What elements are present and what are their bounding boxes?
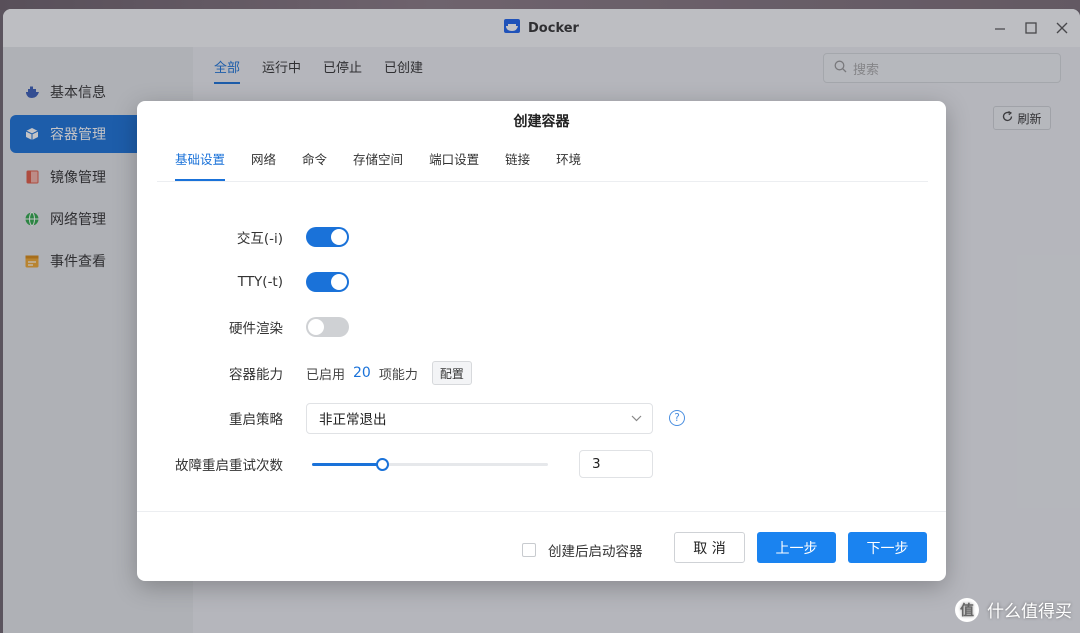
hardware-render-label: 硬件渲染 xyxy=(229,321,283,337)
interactive-control xyxy=(306,227,349,247)
tab-port-settings[interactable]: 端口设置 xyxy=(429,149,479,181)
tab-links[interactable]: 链接 xyxy=(505,149,530,181)
capabilities-label: 容器能力 xyxy=(229,367,283,383)
hardware-render-row: 硬件渲染 xyxy=(137,311,946,343)
previous-step-button[interactable]: 上一步 xyxy=(757,532,836,563)
restart-policy-value: 非正常退出 xyxy=(319,412,387,428)
retry-count-slider[interactable] xyxy=(306,454,548,474)
tty-label: TTY(-t) xyxy=(237,274,283,290)
tab-network[interactable]: 网络 xyxy=(251,149,276,181)
watermark-logo-icon: 值 xyxy=(955,597,979,622)
tab-basic-settings[interactable]: 基础设置 xyxy=(175,149,226,181)
cancel-button[interactable]: 取 消 xyxy=(674,532,745,563)
chevron-down-icon xyxy=(631,410,642,426)
dialog-footer: 创建后启动容器 取 消 上一步 下一步 xyxy=(137,511,946,581)
restart-policy-label: 重启策略 xyxy=(229,412,283,428)
tab-environment[interactable]: 环境 xyxy=(556,149,581,181)
restart-policy-select[interactable]: 非正常退出 xyxy=(306,402,653,434)
start-after-create-label: 创建后启动容器 xyxy=(548,544,643,560)
hardware-render-toggle[interactable] xyxy=(306,317,349,337)
toggle-knob xyxy=(331,274,347,290)
start-after-create-checkbox[interactable] xyxy=(522,543,536,557)
configure-capabilities-button[interactable]: 配置 xyxy=(431,361,472,385)
restart-policy-control: 非正常退出 ? xyxy=(306,402,685,434)
toggle-knob xyxy=(331,229,347,245)
next-step-button[interactable]: 下一步 xyxy=(848,532,927,563)
retry-count-row: 故障重启重试次数 3 xyxy=(137,448,946,480)
retry-count-label: 故障重启重试次数 xyxy=(175,458,283,474)
interactive-label: 交互(-i) xyxy=(236,231,283,247)
tty-toggle[interactable] xyxy=(306,272,349,292)
dialog-title: 创建容器 xyxy=(513,114,570,130)
capabilities-control: 已启用 20 项能力 配置 xyxy=(306,361,472,385)
dialog-tabs: 基础设置 网络 命令 存储空间 端口设置 链接 环境 xyxy=(157,141,928,182)
capabilities-prefix: 已启用 xyxy=(306,367,346,383)
interactive-toggle[interactable] xyxy=(306,227,349,247)
tty-row: TTY(-t) xyxy=(137,266,946,298)
slider-thumb[interactable] xyxy=(376,458,390,471)
capabilities-suffix: 项能力 xyxy=(378,367,418,383)
tab-command[interactable]: 命令 xyxy=(302,149,327,181)
start-after-create-option: 创建后启动容器 xyxy=(522,540,643,560)
restart-policy-row: 重启策略 非正常退出 ? xyxy=(137,402,946,434)
tty-control xyxy=(306,272,349,292)
retry-count-input[interactable]: 3 xyxy=(579,450,653,478)
slider-fill xyxy=(312,463,383,466)
help-icon[interactable]: ? xyxy=(669,410,685,426)
capabilities-count: 20 xyxy=(353,365,371,381)
toggle-knob xyxy=(308,319,324,335)
interactive-row: 交互(-i) xyxy=(137,221,946,253)
watermark-text: 什么值得买 xyxy=(987,602,1072,622)
hardware-render-control xyxy=(306,317,349,337)
retry-count-control: 3 xyxy=(306,450,653,478)
create-container-dialog: 创建容器 基础设置 网络 命令 存储空间 端口设置 链接 环境 交互(-i) T… xyxy=(137,101,946,581)
capabilities-row: 容器能力 已启用 20 项能力 配置 xyxy=(137,357,946,389)
tab-storage[interactable]: 存储空间 xyxy=(353,149,403,181)
watermark: 值 什么值得买 xyxy=(955,597,1072,622)
